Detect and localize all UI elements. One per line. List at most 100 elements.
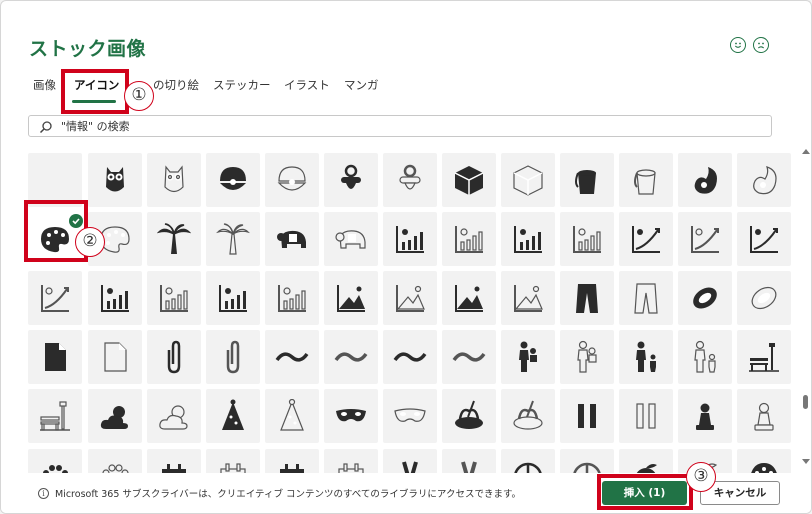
icon-tile[interactable] (265, 449, 319, 473)
icon-tile[interactable] (737, 330, 791, 384)
scrollbar-thumb[interactable] (803, 395, 808, 409)
icon-tile[interactable] (560, 449, 614, 473)
icon-tile[interactable] (147, 449, 201, 473)
icon-tile[interactable] (737, 153, 791, 207)
icon-tile[interactable] (206, 271, 260, 325)
insert-button[interactable]: 挿入 (1) (602, 481, 687, 505)
pawn-outline-icon (754, 402, 774, 431)
icon-tile[interactable] (324, 330, 378, 384)
icon-tile[interactable] (501, 389, 555, 443)
icon-tile[interactable] (501, 449, 555, 473)
icon-tile[interactable] (265, 330, 319, 384)
icon-tile[interactable] (206, 330, 260, 384)
papaya-filled-icon (693, 287, 717, 309)
icon-tile[interactable] (265, 212, 319, 266)
callout-step-2: ② (75, 227, 105, 257)
tab-illustrations[interactable]: イラスト (284, 77, 330, 93)
icon-tile[interactable] (88, 330, 142, 384)
icon-tile[interactable] (678, 153, 732, 207)
tab-cartoons[interactable]: マンガ (344, 77, 379, 93)
icon-tile[interactable] (501, 271, 555, 325)
icon-tile[interactable] (383, 330, 437, 384)
icon-tile[interactable] (383, 153, 437, 207)
pacifier-filled-icon (341, 164, 361, 189)
icon-tile[interactable] (619, 153, 673, 207)
icon-tile[interactable] (88, 271, 142, 325)
icon-tile[interactable] (88, 389, 142, 443)
icon-tile[interactable] (501, 153, 555, 207)
icon-tile[interactable] (383, 449, 437, 473)
icon-tile[interactable] (206, 153, 260, 207)
icon-tile[interactable] (265, 389, 319, 443)
icon-tile[interactable] (147, 212, 201, 266)
icon-tile[interactable] (28, 449, 82, 473)
icon-tile[interactable] (28, 153, 82, 207)
icon-tile[interactable] (442, 389, 496, 443)
icon-tile[interactable] (560, 212, 614, 266)
icon-tile-selected[interactable] (28, 212, 83, 266)
icon-tile[interactable] (28, 330, 82, 384)
icon-tile[interactable] (383, 271, 437, 325)
search-box[interactable] (28, 115, 772, 137)
pacifier-outline-icon (399, 164, 421, 190)
icon-tile[interactable] (442, 271, 496, 325)
smile-face-icon[interactable] (730, 37, 746, 53)
icon-tile[interactable] (737, 449, 791, 473)
vertical-scrollbar[interactable] (801, 147, 811, 473)
icon-tile[interactable] (265, 271, 319, 325)
icon-tile[interactable] (619, 271, 673, 325)
icon-tile[interactable] (147, 330, 201, 384)
search-input[interactable] (61, 118, 751, 134)
icon-tile[interactable] (678, 330, 732, 384)
icon-tile[interactable] (501, 212, 555, 266)
icon-tile[interactable] (383, 389, 437, 443)
icon-tile[interactable] (619, 330, 673, 384)
icon-tile[interactable] (737, 389, 791, 443)
icon-tile[interactable] (560, 153, 614, 207)
parent-child-filled-icon (519, 341, 537, 372)
icon-tile[interactable] (324, 449, 378, 473)
icon-tile[interactable] (383, 212, 437, 266)
icon-tile[interactable] (678, 389, 732, 443)
icon-tile[interactable] (28, 271, 82, 325)
frown-face-icon[interactable] (753, 37, 769, 53)
icon-tile[interactable] (147, 153, 201, 207)
sun-cloud-filled-icon (100, 406, 128, 429)
icon-tile[interactable] (28, 389, 82, 443)
icon-tile[interactable] (560, 330, 614, 384)
icon-tile[interactable] (206, 389, 260, 443)
tab-icons[interactable]: アイコン (74, 77, 119, 93)
icon-tile[interactable] (560, 389, 614, 443)
icon-tile[interactable] (619, 212, 673, 266)
icon-tile[interactable] (442, 212, 496, 266)
icon-tile[interactable] (147, 389, 201, 443)
growth-chart-filled-icon (632, 226, 660, 253)
icon-tile[interactable] (324, 212, 378, 266)
icon-tile[interactable] (619, 449, 673, 473)
icon-tile[interactable] (324, 153, 378, 207)
icon-tile[interactable] (88, 449, 142, 473)
scroll-up-arrow-icon[interactable] (802, 149, 810, 154)
icon-tile[interactable] (619, 389, 673, 443)
icon-tile[interactable] (737, 271, 791, 325)
tab-cutout-people[interactable]: の切り絵 (153, 77, 199, 93)
tab-stickers[interactable]: ステッカー (213, 77, 271, 93)
icon-tile[interactable] (442, 449, 496, 473)
icon-tile[interactable] (206, 212, 260, 266)
icon-tile[interactable] (147, 271, 201, 325)
icon-tile[interactable] (678, 271, 732, 325)
icon-tile[interactable] (88, 153, 142, 207)
icon-tile[interactable] (560, 271, 614, 325)
icon-tile[interactable] (265, 153, 319, 207)
icon-tile[interactable] (678, 212, 732, 266)
icon-tile[interactable] (501, 330, 555, 384)
icon-tile[interactable] (324, 389, 378, 443)
icon-tile[interactable] (737, 212, 791, 266)
scroll-down-arrow-icon[interactable] (802, 459, 810, 464)
icon-tile[interactable] (206, 449, 260, 473)
icon-tile[interactable] (324, 271, 378, 325)
icon-tile[interactable] (442, 330, 496, 384)
info-icon: i (38, 488, 49, 499)
tab-images[interactable]: 画像 (33, 77, 56, 93)
icon-tile[interactable] (442, 153, 496, 207)
